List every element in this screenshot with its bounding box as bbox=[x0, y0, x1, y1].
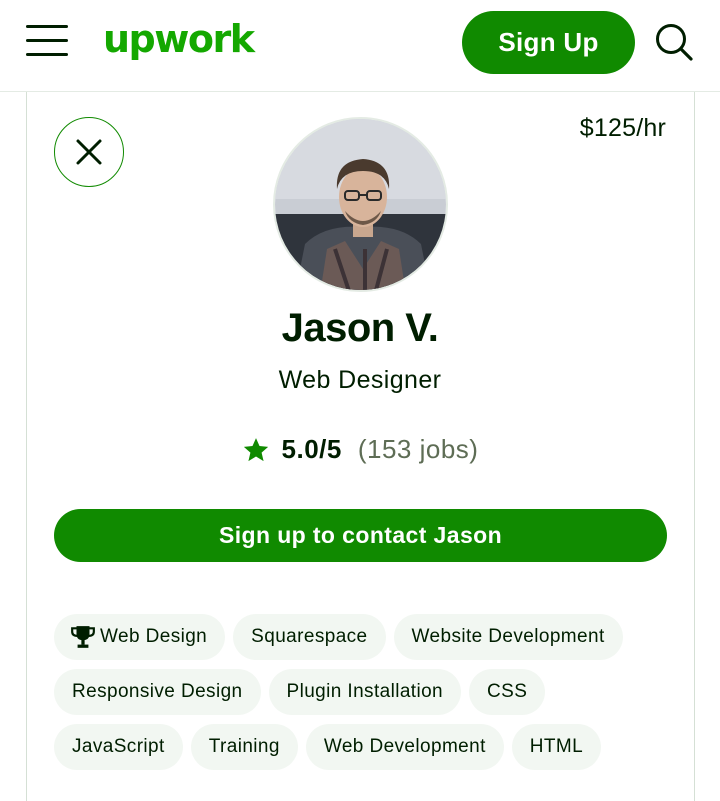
trophy-icon bbox=[71, 626, 95, 648]
rating-summary: 5.0/5 (153 jobs) bbox=[0, 434, 720, 465]
skill-chip[interactable]: Web Development bbox=[305, 724, 504, 770]
freelancer-title: Web Designer bbox=[278, 366, 442, 394]
jobs-count: (153 jobs) bbox=[357, 434, 479, 464]
hamburger-menu-icon[interactable] bbox=[26, 25, 68, 57]
skill-chip[interactable]: Website Development bbox=[393, 614, 623, 660]
skill-chip[interactable]: Plugin Installation bbox=[268, 669, 462, 715]
rating-score: 5.0/5 bbox=[281, 434, 342, 464]
skill-chip[interactable]: Squarespace bbox=[233, 614, 386, 660]
skills-list: Web Design Squarespace Website Developme… bbox=[54, 614, 668, 770]
skill-chip[interactable]: Web Design bbox=[54, 614, 226, 660]
search-icon[interactable] bbox=[654, 22, 694, 62]
hourly-rate: $125/hr bbox=[579, 114, 666, 142]
close-icon bbox=[76, 139, 102, 165]
freelancer-name: Jason V. bbox=[281, 306, 439, 350]
avatar bbox=[273, 117, 448, 292]
skill-label: Web Design bbox=[100, 626, 208, 647]
contact-button[interactable]: Sign up to contact Jason bbox=[54, 509, 667, 562]
top-navigation-bar: upwork Sign Up bbox=[0, 0, 720, 92]
skill-chip[interactable]: Training bbox=[190, 724, 298, 770]
skill-chip[interactable]: Responsive Design bbox=[54, 669, 261, 715]
skill-chip[interactable]: JavaScript bbox=[54, 724, 183, 770]
star-icon bbox=[243, 437, 268, 461]
sign-up-button[interactable]: Sign Up bbox=[462, 11, 635, 74]
upwork-logo[interactable]: upwork bbox=[103, 14, 255, 64]
skill-chip[interactable]: HTML bbox=[511, 724, 602, 770]
close-button[interactable] bbox=[54, 117, 124, 187]
skill-chip[interactable]: CSS bbox=[469, 669, 546, 715]
